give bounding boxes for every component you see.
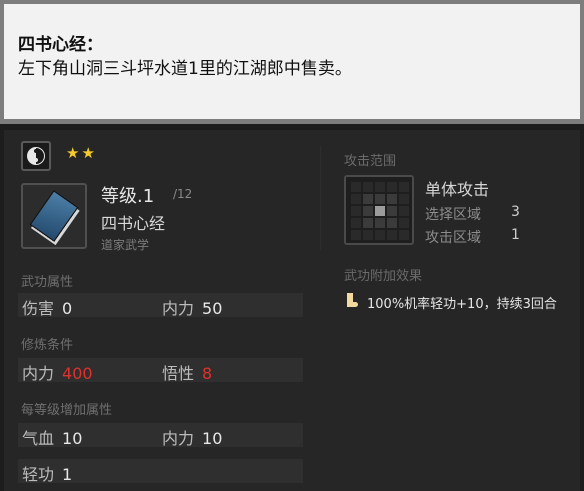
select-area-label: 选择区域: [425, 207, 481, 223]
stat-label: 内力: [162, 429, 195, 448]
stat-value: 10: [202, 429, 223, 448]
stat-value: 10: [62, 429, 83, 448]
section-title-requirements: 修炼条件: [21, 338, 74, 353]
select-area: 选择区域 3: [425, 204, 520, 224]
per-level-row: 轻功 1: [18, 459, 303, 484]
per-level-row: 气血 10 内力 10: [18, 423, 303, 448]
stat-value-unmet: 400: [62, 364, 93, 383]
skill-name: 四书心经: [101, 214, 166, 233]
yin-yang-icon: [21, 141, 51, 171]
skill-detail-body: ★★ 等级.1 /12 四书心经 道家武学 武功属性 伤害 0 内力 50 修炼条件…: [4, 130, 580, 491]
attack-area-label: 攻击区域: [425, 230, 481, 246]
boot-icon: [345, 293, 358, 307]
star-rating: ★★: [66, 144, 97, 162]
stat-label: 内力: [162, 299, 195, 318]
stat-label: 轻功: [22, 465, 55, 484]
attack-type: 单体攻击: [425, 180, 490, 199]
skill-detail-panel: ★★ 等级.1 /12 四书心经 道家武学 武功属性 伤害 0 内力 50 修炼条件…: [0, 124, 584, 491]
stat-value: 0: [62, 299, 73, 318]
section-title-extra-effect: 武功附加效果: [344, 269, 423, 284]
attack-area-value: 1: [511, 227, 520, 243]
select-area-value: 3: [511, 204, 520, 220]
stat-value: 50: [202, 299, 223, 318]
item-tooltip: 四书心经： 左下角山洞三斗坪水道1里的江湖郎中售卖。: [0, 0, 584, 124]
section-title-per-level: 每等级增加属性: [21, 403, 113, 418]
section-title-attributes: 武功属性: [21, 275, 74, 290]
skill-school: 道家武学: [101, 238, 150, 252]
book-icon[interactable]: [21, 183, 87, 249]
tooltip-title: 四书心经：: [18, 35, 103, 55]
skill-level: 等级.1: [101, 186, 155, 207]
attribute-row: 伤害 0 内力 50: [18, 293, 303, 318]
section-title-attack-range: 攻击范围: [344, 154, 397, 169]
stat-label: 气血: [22, 429, 55, 448]
stat-value-unmet: 8: [202, 364, 213, 383]
attack-area: 攻击区域 1: [425, 227, 520, 247]
stat-value: 1: [62, 465, 73, 484]
tooltip-description: 左下角山洞三斗坪水道1里的江湖郎中售卖。: [18, 59, 352, 79]
stat-label: 内力: [22, 364, 55, 383]
stat-label: 伤害: [22, 299, 55, 318]
requirement-row: 内力 400 悟性 8: [18, 358, 303, 383]
attack-range-grid: [344, 175, 414, 245]
skill-level-max: /12: [173, 187, 193, 201]
extra-effect-text: 100%机率轻功+10，持续3回合: [367, 297, 557, 312]
stat-label: 悟性: [162, 364, 195, 383]
column-divider: [320, 146, 321, 250]
